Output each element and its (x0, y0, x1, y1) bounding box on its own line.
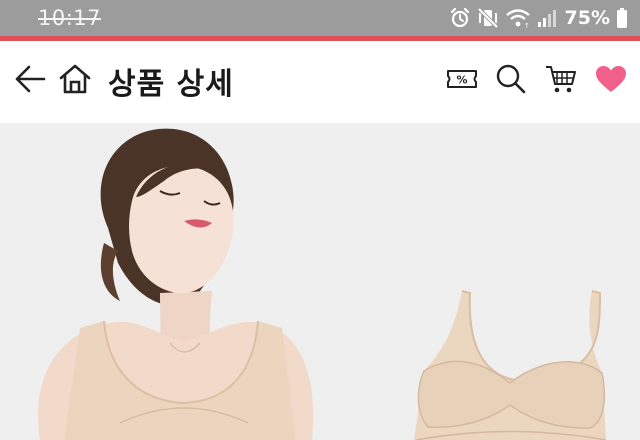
page-title: 상품 상세 (108, 67, 234, 102)
search-button[interactable] (491, 61, 531, 101)
svg-text:%: % (456, 74, 467, 87)
coupon-icon: % (445, 66, 479, 96)
back-arrow-icon (13, 64, 47, 98)
home-button[interactable] (55, 61, 95, 101)
status-icons: ↑↓ 75% (449, 5, 628, 31)
status-time: 10:17 (38, 6, 102, 30)
cart-icon (544, 63, 578, 99)
app-header: 상품 상세 % (0, 41, 640, 123)
status-bar: 10:17 ↑↓ (0, 0, 640, 36)
wishlist-button[interactable] (591, 61, 631, 101)
wifi-icon: ↑↓ (505, 7, 531, 29)
coupon-button[interactable]: % (442, 61, 482, 101)
vibrate-mute-icon (477, 7, 499, 29)
battery-icon (616, 7, 628, 29)
product-image[interactable] (0, 123, 640, 440)
home-icon (58, 63, 92, 99)
search-icon (495, 63, 527, 99)
heart-icon (595, 65, 627, 97)
back-button[interactable] (10, 61, 50, 101)
battery-percent: 75% (564, 7, 610, 29)
svg-text:↑↓: ↑↓ (524, 22, 531, 29)
signal-icon (537, 7, 557, 29)
cart-button[interactable] (541, 61, 581, 101)
alarm-icon (449, 7, 471, 29)
